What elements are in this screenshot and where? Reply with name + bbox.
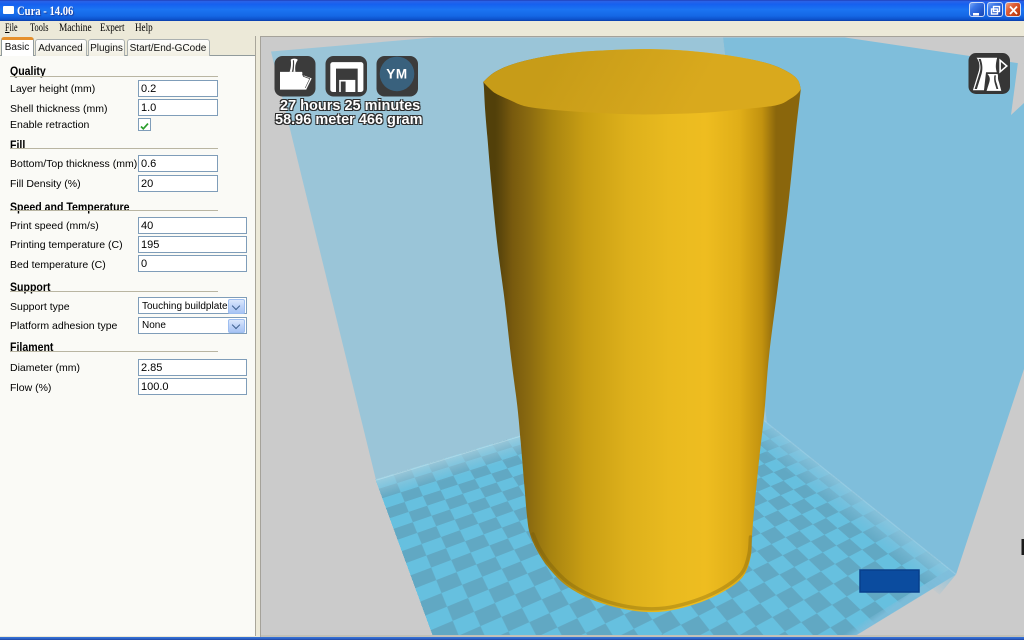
svg-text:YM: YM xyxy=(386,66,407,81)
